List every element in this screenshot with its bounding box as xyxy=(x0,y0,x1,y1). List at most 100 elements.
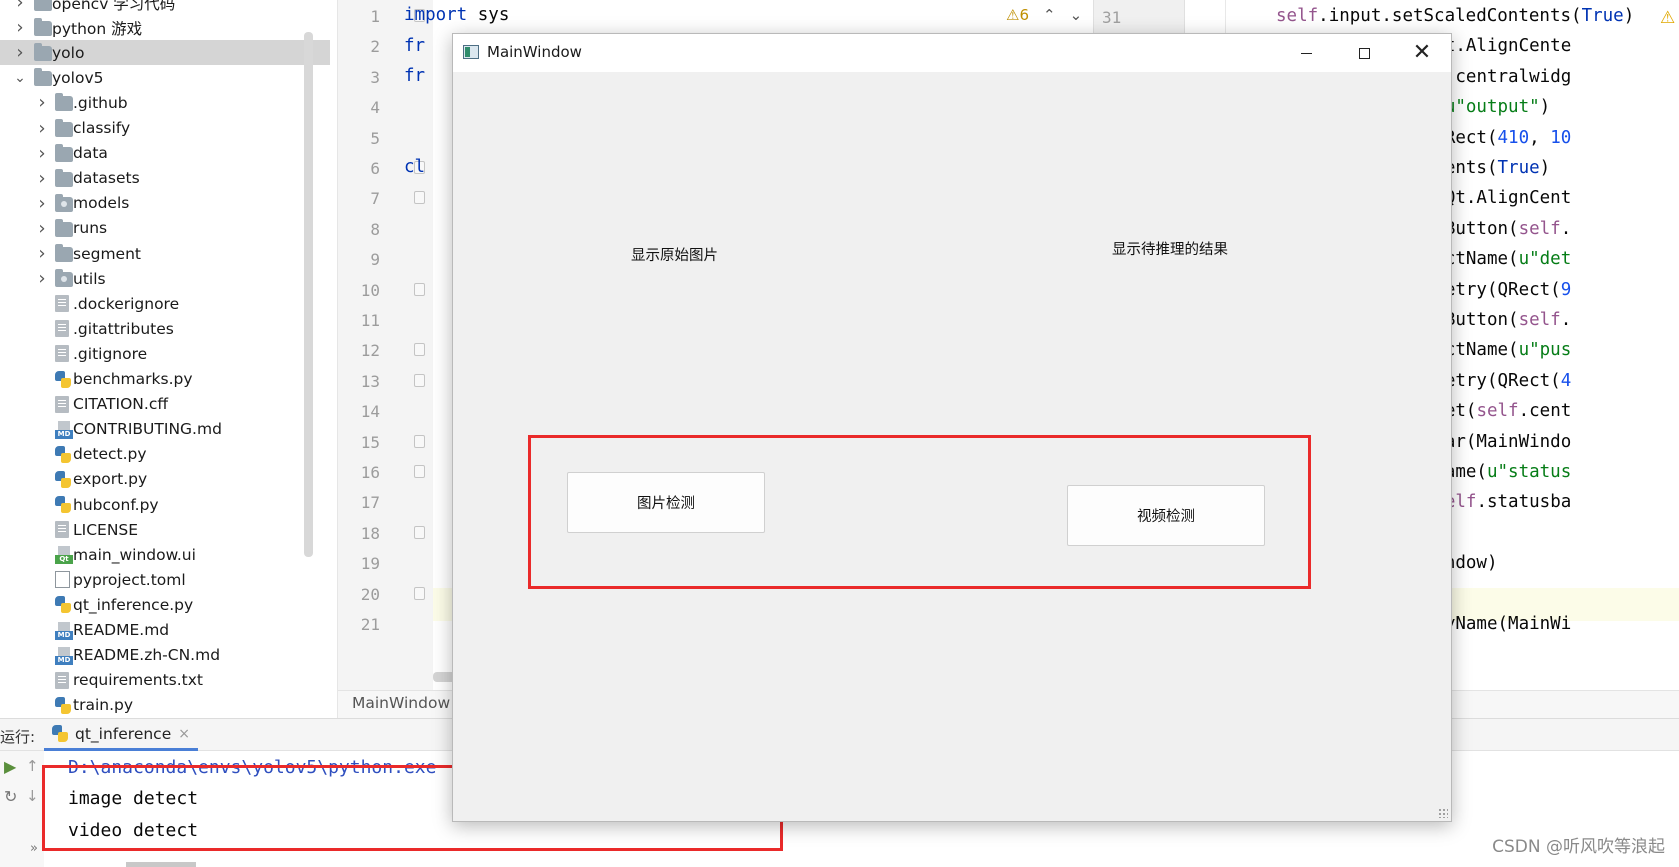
tree-item[interactable]: › data xyxy=(0,141,330,166)
chevron-right-icon[interactable]: › xyxy=(14,0,26,13)
chevron-right-icon[interactable]: › xyxy=(36,92,48,113)
tree-item[interactable]: qt_inference.py xyxy=(0,592,330,617)
tree-item[interactable]: .gitignore xyxy=(0,341,330,366)
tree-item[interactable]: CITATION.cff xyxy=(0,392,330,417)
fold-marker-icon[interactable] xyxy=(414,191,425,205)
result-image-label: 显示待推理的结果 xyxy=(1112,242,1228,258)
minimize-button[interactable] xyxy=(1277,34,1335,72)
tree-item[interactable]: › classify xyxy=(0,116,330,141)
chevron-right-icon[interactable]: › xyxy=(14,42,26,63)
chevron-right-icon[interactable]: › xyxy=(36,243,48,264)
tree-item[interactable]: MD CONTRIBUTING.md xyxy=(0,417,330,442)
tree-item-label: train.py xyxy=(73,696,134,715)
python-file-icon xyxy=(55,596,71,614)
text-file-icon xyxy=(55,395,69,413)
tree-item-label: yolov5 xyxy=(52,68,104,87)
tree-item-label: yolo xyxy=(52,43,85,62)
tree-item[interactable]: pyproject.toml xyxy=(0,567,330,592)
fold-marker-icon[interactable] xyxy=(414,434,425,448)
fold-marker-icon[interactable] xyxy=(414,343,425,357)
line-number: 8 xyxy=(370,219,380,239)
warning-count[interactable]: ⚠6 xyxy=(1006,6,1029,24)
folder-icon xyxy=(34,43,52,62)
warning-icon[interactable]: ⚠ xyxy=(1660,8,1675,28)
prev-highlight-icon[interactable]: ⌃ xyxy=(1043,6,1056,24)
toml-file-icon xyxy=(55,571,70,589)
folder-icon xyxy=(55,118,73,137)
close-tab-icon[interactable]: × xyxy=(178,726,190,742)
chevron-right-icon[interactable]: › xyxy=(36,193,48,214)
python-file-icon xyxy=(55,445,71,463)
tree-item[interactable]: › segment xyxy=(0,241,330,266)
fold-marker-icon[interactable] xyxy=(414,373,425,387)
code-line: self.input.setScaledContents(True) xyxy=(1276,6,1635,26)
tree-item[interactable]: ⌄ yolov5 xyxy=(0,65,330,90)
tree-item[interactable]: MD README.zh-CN.md xyxy=(0,643,330,668)
tree-item[interactable]: detect.py xyxy=(0,442,330,467)
tree-item[interactable]: MD README.md xyxy=(0,618,330,643)
tree-item[interactable]: › .github xyxy=(0,90,330,115)
chevron-right-icon[interactable]: › xyxy=(36,143,48,164)
line-number: 16 xyxy=(360,463,380,482)
line-number: 19 xyxy=(360,554,380,574)
chevron-down-icon[interactable]: ⌄ xyxy=(14,70,26,86)
chevron-right-icon[interactable]: › xyxy=(36,218,48,239)
inspection-widget[interactable]: ⚠6 ⌃ ⌄ xyxy=(1006,6,1082,24)
more-icon[interactable]: » xyxy=(30,841,38,856)
tree-item[interactable]: benchmarks.py xyxy=(0,367,330,392)
rerun-icon[interactable]: ▶ xyxy=(4,757,16,776)
folder-icon xyxy=(55,143,73,162)
tree-item[interactable]: › utils xyxy=(0,266,330,291)
tree-item-label: export.py xyxy=(73,470,148,489)
tree-item[interactable]: › runs xyxy=(0,216,330,241)
code-line-6: cl xyxy=(404,157,426,177)
fold-marker-icon[interactable] xyxy=(414,465,425,478)
chevron-right-icon[interactable]: › xyxy=(36,268,48,289)
folder-icon xyxy=(55,218,73,237)
tree-item-label: LICENSE xyxy=(73,520,139,539)
tree-item[interactable]: .dockerignore xyxy=(0,291,330,316)
tree-item-label: python 游戏 xyxy=(52,19,143,38)
title-bar[interactable]: MainWindow ✕ xyxy=(453,34,1451,72)
tree-item[interactable]: .gitattributes xyxy=(0,316,330,341)
line-number: 15 xyxy=(360,432,380,452)
tree-item-label: datasets xyxy=(73,169,140,188)
tree-item-label: .github xyxy=(73,93,128,112)
tree-item-label: CITATION.cff xyxy=(73,395,169,414)
chevron-right-icon[interactable]: › xyxy=(36,168,48,189)
fold-marker-icon[interactable] xyxy=(414,525,425,539)
chevron-right-icon[interactable]: › xyxy=(14,17,26,38)
tree-item[interactable]: export.py xyxy=(0,467,330,492)
main-window[interactable]: MainWindow ✕ 显示原始图片 显示待推理的结果 图片检测 视频检测 xyxy=(452,33,1452,822)
next-highlight-icon[interactable]: ⌄ xyxy=(1070,6,1083,24)
scroll-up-icon[interactable]: ↑ xyxy=(26,757,39,775)
tab-qt-inference[interactable]: qt_inference × xyxy=(44,719,198,751)
tree-item[interactable]: Qt main_window.ui xyxy=(0,542,330,567)
text-file-icon xyxy=(55,295,69,313)
tree-item[interactable]: requirements.txt xyxy=(0,668,330,693)
tree-item[interactable]: › yolo xyxy=(0,40,330,66)
tree-item[interactable]: › python 游戏 xyxy=(0,15,330,40)
tree-item[interactable]: › models xyxy=(0,191,330,216)
tree-item-label: models xyxy=(73,194,130,213)
tree-item[interactable]: train.py xyxy=(0,693,330,718)
settings-icon[interactable]: ↻ xyxy=(4,787,17,806)
maximize-icon xyxy=(1358,47,1370,59)
tree-item-label: utils xyxy=(73,269,106,288)
breadcrumb-item[interactable]: MainWindow xyxy=(352,694,450,712)
resize-grip[interactable] xyxy=(1438,808,1448,818)
tree-item[interactable]: › opencv 学习代码 xyxy=(0,0,330,15)
maximize-button[interactable] xyxy=(1335,34,1393,72)
project-tree: › opencv 学习代码 › python 游戏 › yolo ⌄ yolov5 › .gith… xyxy=(0,0,338,718)
close-button[interactable]: ✕ xyxy=(1393,34,1451,72)
chevron-right-icon[interactable]: › xyxy=(36,118,48,139)
original-image-label: 显示原始图片 xyxy=(631,248,718,264)
fold-marker-icon[interactable] xyxy=(414,586,425,600)
tree-item[interactable]: hubconf.py xyxy=(0,492,330,517)
scroll-down-icon[interactable]: ↓ xyxy=(26,787,39,805)
fold-marker-icon[interactable] xyxy=(414,282,425,296)
console-scrollbar[interactable] xyxy=(126,862,196,867)
tree-item[interactable]: › datasets xyxy=(0,166,330,191)
tree-scrollbar[interactable] xyxy=(304,32,313,557)
tree-item[interactable]: LICENSE xyxy=(0,517,330,542)
